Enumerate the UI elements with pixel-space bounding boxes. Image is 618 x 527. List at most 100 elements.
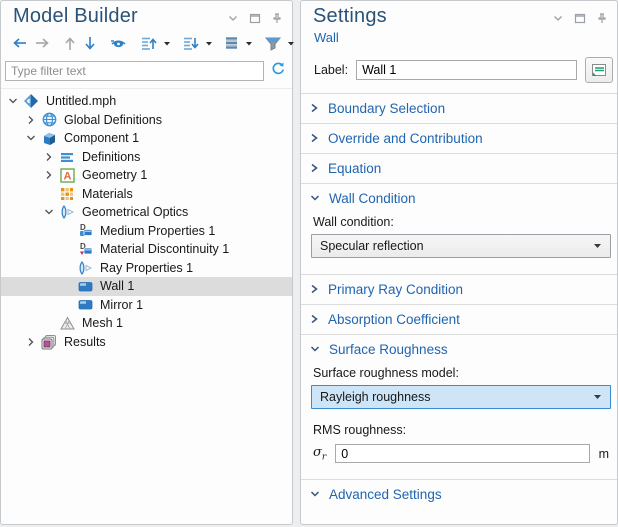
tree-item-material-discontinuity-1[interactable]: D Material Discontinuity 1 <box>1 240 292 259</box>
settings-subtitle: Wall <box>301 28 617 45</box>
section-header-wall-condition[interactable]: Wall Condition <box>301 184 617 213</box>
collapse-list-dropdown-icon[interactable] <box>205 35 213 51</box>
lens-icon <box>57 204 77 220</box>
chevron-collapsed-icon[interactable] <box>41 170 57 180</box>
chevron-collapsed-icon <box>310 311 319 329</box>
filter-dropdown-icon[interactable] <box>287 35 295 51</box>
pin-icon[interactable] <box>595 11 609 25</box>
section-header-boundary-selection[interactable]: Boundary Selection <box>301 94 617 123</box>
tree-item-component-1[interactable]: Component 1 <box>1 129 292 148</box>
chevron-expanded-icon <box>310 486 320 504</box>
mesh-icon <box>57 316 77 331</box>
wall-icon <box>75 297 95 312</box>
maximize-icon[interactable] <box>573 11 587 25</box>
rms-unit: m <box>599 447 609 461</box>
rms-symbol: σr <box>313 445 326 463</box>
chevron-collapsed-icon <box>310 160 319 178</box>
materials-icon <box>57 187 77 201</box>
section-override-contribution: Override and Contribution <box>301 124 617 154</box>
ray-properties-lens-icon <box>75 260 95 276</box>
collapse-list-icon[interactable] <box>180 33 202 53</box>
show-eye-icon[interactable] <box>107 33 130 53</box>
surface-roughness-model-select[interactable]: Rayleigh roughness <box>311 385 611 409</box>
model-builder-panel: Model Builder Untitled.mph <box>0 0 293 525</box>
tree-item-mirror-1[interactable]: Mirror 1 <box>1 296 292 315</box>
rename-label-button[interactable] <box>585 57 613 83</box>
combo-arrow-icon <box>593 390 602 404</box>
chevron-collapsed-icon[interactable] <box>23 115 39 125</box>
combo-arrow-icon <box>593 239 602 253</box>
filter-row <box>1 56 292 83</box>
refresh-icon[interactable] <box>270 60 286 81</box>
component-cube-icon <box>39 131 59 146</box>
model-builder-header: Model Builder <box>1 1 292 28</box>
filter-funnel-icon[interactable] <box>262 33 284 53</box>
rms-roughness-label: RMS roughness: <box>301 421 617 442</box>
chevron-expanded-icon[interactable] <box>5 96 21 106</box>
svg-text:A: A <box>63 170 71 182</box>
tree-item-ray-properties-1[interactable]: Ray Properties 1 <box>1 259 292 278</box>
tree-item-global-definitions[interactable]: Global Definitions <box>1 111 292 130</box>
pin-icon[interactable] <box>270 11 284 25</box>
settings-panel: Settings Wall Label: Boundary Selection … <box>300 0 618 525</box>
settings-header: Settings <box>301 1 617 28</box>
settings-title: Settings <box>313 5 387 28</box>
section-header-override-contribution[interactable]: Override and Contribution <box>301 124 617 153</box>
mph-file-icon <box>21 93 41 109</box>
model-builder-toolbar <box>1 28 292 56</box>
chevron-expanded-icon[interactable] <box>41 207 57 217</box>
section-header-surface-roughness[interactable]: Surface Roughness <box>301 335 617 364</box>
section-surface-roughness: Surface Roughness Surface roughness mode… <box>301 335 617 480</box>
globe-icon <box>39 112 59 127</box>
rms-roughness-row: σr m <box>301 442 617 475</box>
back-arrow-icon[interactable] <box>9 33 30 53</box>
collapse-chevron-icon[interactable] <box>551 11 565 25</box>
label-row: Label: <box>301 45 617 93</box>
tree-item-results[interactable]: Results <box>1 333 292 352</box>
chevron-collapsed-icon[interactable] <box>23 337 39 347</box>
tree-item-mesh-1[interactable]: Mesh 1 <box>1 314 292 333</box>
forward-arrow-icon[interactable] <box>32 33 53 53</box>
section-header-equation[interactable]: Equation <box>301 154 617 183</box>
tree-item-geometry-1[interactable]: A Geometry 1 <box>1 166 292 185</box>
section-header-primary-ray-condition[interactable]: Primary Ray Condition <box>301 275 617 304</box>
model-builder-title: Model Builder <box>13 5 138 28</box>
medium-properties-icon: D <box>75 223 95 238</box>
maximize-icon[interactable] <box>248 11 262 25</box>
wall-condition-select[interactable]: Specular reflection <box>311 234 611 258</box>
tree-item-untitled-mph[interactable]: Untitled.mph <box>1 92 292 111</box>
settings-sections: Boundary Selection Override and Contribu… <box>301 93 617 509</box>
section-absorption-coefficient: Absorption Coefficient <box>301 305 617 335</box>
expand-list-icon[interactable] <box>138 33 160 53</box>
results-icon <box>39 334 59 350</box>
node-grouping-dropdown-icon[interactable] <box>245 35 253 51</box>
collapse-chevron-icon[interactable] <box>226 11 240 25</box>
model-tree: Untitled.mph Global Definitions Componen… <box>1 88 292 351</box>
section-header-advanced-settings[interactable]: Advanced Settings <box>301 480 617 509</box>
definitions-bars-icon <box>57 150 77 164</box>
expand-list-dropdown-icon[interactable] <box>163 35 171 51</box>
label-input[interactable] <box>356 60 577 80</box>
section-header-absorption-coefficient[interactable]: Absorption Coefficient <box>301 305 617 334</box>
geometry-icon: A <box>57 168 77 183</box>
surface-roughness-model-label: Surface roughness model: <box>301 364 617 385</box>
chevron-collapsed-icon[interactable] <box>41 152 57 162</box>
move-down-arrow-icon[interactable] <box>81 33 99 53</box>
section-equation: Equation <box>301 154 617 184</box>
filter-input[interactable] <box>5 61 264 81</box>
rms-roughness-input[interactable] <box>335 444 589 463</box>
section-wall-condition: Wall Condition Wall condition: Specular … <box>301 184 617 275</box>
wall-icon <box>75 279 95 294</box>
node-grouping-icon[interactable] <box>222 33 242 53</box>
chevron-expanded-icon[interactable] <box>23 133 39 143</box>
section-boundary-selection: Boundary Selection <box>301 94 617 124</box>
move-up-arrow-icon[interactable] <box>61 33 79 53</box>
tree-item-medium-properties-1[interactable]: D Medium Properties 1 <box>1 222 292 241</box>
wall-condition-label: Wall condition: <box>301 213 617 234</box>
tree-item-materials[interactable]: Materials <box>1 185 292 204</box>
tree-item-geometrical-optics[interactable]: Geometrical Optics <box>1 203 292 222</box>
label-caption: Label: <box>314 63 348 77</box>
chevron-collapsed-icon <box>310 130 319 148</box>
tree-item-wall-1[interactable]: Wall 1 <box>1 277 292 296</box>
tree-item-definitions[interactable]: Definitions <box>1 148 292 167</box>
